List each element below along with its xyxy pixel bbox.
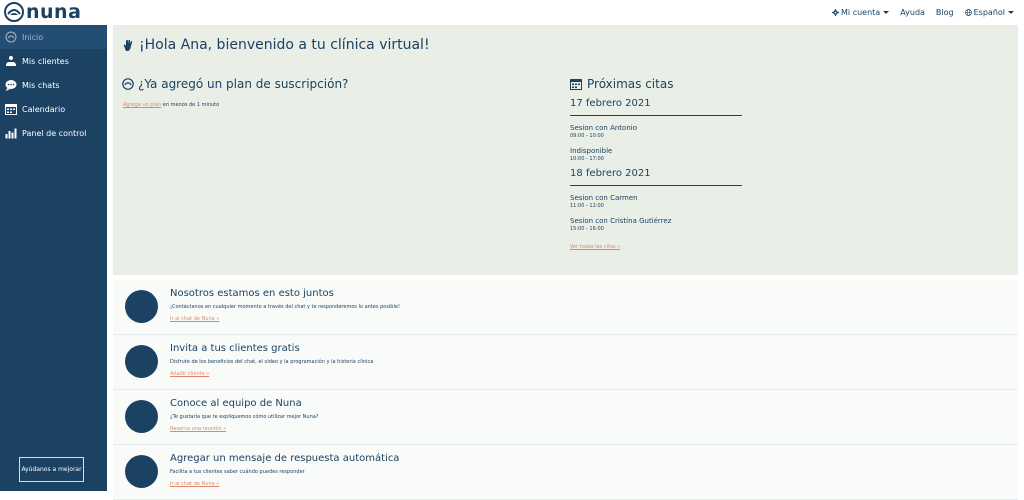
sidebar-item-clientes[interactable]: Mis clientes [0, 49, 107, 73]
card-image [125, 290, 158, 323]
gear-icon [832, 9, 840, 16]
card-description: ¡Contáctanos en cualquier momento a trav… [170, 304, 400, 310]
subscription-title-text: ¿Ya agregó un plan de suscripción? [138, 77, 349, 91]
appointment-item[interactable]: Sesion con Cristina Gutiérrez 15:00 - 16… [570, 217, 742, 232]
appointment-time: 10:00 - 17:00 [570, 156, 604, 162]
sidebar-item-inicio[interactable]: Inicio [0, 25, 107, 49]
top-nav: Mi cuenta Ayuda Blog Español [832, 0, 1014, 25]
card-description: ¿Te gustaría que te expliquemos cómo uti… [170, 414, 319, 420]
wave-hand-icon [123, 39, 133, 51]
page-title: ¡Hola Ana, bienvenido a tu clínica virtu… [122, 37, 430, 53]
sidebar: Inicio Mis clientes Mis chats Calendario… [0, 25, 107, 491]
chevron-down-icon [883, 11, 890, 14]
help-link[interactable]: Ayuda [900, 8, 925, 17]
sidebar-item-label: Mis clientes [22, 56, 69, 66]
sidebar-item-label: Mis chats [22, 80, 60, 90]
page-title-text: ¡Hola Ana, bienvenido a tu clínica virtu… [139, 37, 430, 53]
sidebar-item-label: Calendario [22, 104, 66, 114]
card-link[interactable]: Ir al chat de Nuna » [170, 316, 219, 322]
appointment-item[interactable]: Indisponible 10:00 - 17:00 [570, 147, 742, 162]
appointment-date: 17 febrero 2021 [570, 98, 742, 116]
card-link[interactable]: Reserva una reunión » [170, 426, 226, 432]
blog-label: Blog [935, 8, 954, 17]
globe-icon [964, 9, 972, 16]
card-image [125, 345, 158, 378]
calendar-icon [570, 79, 582, 90]
card-link[interactable]: Ir al chat de Nuna » [170, 481, 219, 487]
appointment-date: 18 febrero 2021 [570, 168, 742, 186]
card-title: Agregar un mensaje de respuesta automáti… [170, 453, 400, 464]
appointment-name: Sesion con Antonio [570, 124, 637, 132]
card-title: Conoce al equipo de Nuna [170, 398, 302, 409]
sidebar-item-chats[interactable]: Mis chats [0, 73, 107, 97]
appointment-item[interactable]: Sesion con Carmen 11:00 - 12:00 [570, 194, 742, 209]
appointments-title-text: Próximas citas [587, 77, 674, 91]
sidebar-item-label: Inicio [22, 32, 44, 42]
info-card: Nosotros estamos en esto juntos ¡Contáct… [113, 280, 1018, 335]
appointment-name: Sesion con Cristina Gutiérrez [570, 217, 672, 225]
info-card: Agregar un mensaje de respuesta automáti… [113, 445, 1018, 500]
appointment-time: 11:00 - 12:00 [570, 203, 604, 209]
card-description: Facilita a tus clientes saber cuándo pue… [170, 469, 305, 475]
chat-icon [5, 79, 17, 91]
help-label: Ayuda [900, 8, 925, 17]
chevron-down-icon [1008, 11, 1014, 14]
add-plan-link[interactable]: Agrega un plan [123, 102, 161, 108]
account-label: Mi cuenta [841, 8, 881, 17]
subscription-rest: en menos de 1 minuto [161, 102, 220, 108]
appointment-item[interactable]: Sesion con Antonio 09:00 - 10:00 [570, 124, 742, 139]
logo[interactable]: nuna [4, 2, 81, 22]
blog-link[interactable]: Blog [936, 8, 954, 17]
feedback-button[interactable]: Ayúdanos a mejorar [19, 457, 84, 482]
home-icon [5, 31, 17, 43]
logo-text: nuna [26, 1, 82, 23]
language-label: Español [973, 8, 1005, 17]
info-card: Conoce al equipo de Nuna ¿Te gustaría qu… [113, 390, 1018, 445]
card-image [125, 455, 158, 488]
dashboard-icon [5, 127, 17, 139]
subscription-text: Agrega un plan en menos de 1 minuto [123, 102, 219, 108]
appointment-time: 15:00 - 16:00 [570, 226, 604, 232]
appointments-title: Próximas citas [570, 77, 742, 91]
card-description: Disfrute de los beneficios del chat, el … [170, 359, 374, 365]
clients-icon [5, 55, 17, 67]
appointment-time: 09:00 - 10:00 [570, 133, 604, 139]
info-card: Invita a tus clientes gratis Disfrute de… [113, 335, 1018, 390]
nuna-logo-icon [122, 78, 134, 90]
sidebar-item-label: Panel de control [22, 128, 87, 138]
appointment-name: Indisponible [570, 147, 613, 155]
card-image [125, 400, 158, 433]
account-menu[interactable]: Mi cuenta [832, 8, 890, 17]
card-title: Invita a tus clientes gratis [170, 343, 300, 354]
sidebar-item-panel[interactable]: Panel de control [0, 121, 107, 145]
info-cards: Nosotros estamos en esto juntos ¡Contáct… [113, 280, 1018, 500]
language-menu[interactable]: Español [964, 8, 1014, 17]
see-all-appointments-link[interactable]: Ver todas las citas » [570, 244, 742, 250]
appointment-name: Sesion con Carmen [570, 194, 638, 202]
card-link[interactable]: Añadir cliente » [170, 371, 209, 377]
welcome-panel: ¡Hola Ana, bienvenido a tu clínica virtu… [113, 25, 1018, 275]
sidebar-item-calendario[interactable]: Calendario [0, 97, 107, 121]
calendar-icon [5, 103, 17, 115]
upcoming-appointments: Próximas citas 17 febrero 2021 Sesion co… [570, 77, 742, 250]
nuna-logo-icon [4, 2, 24, 22]
top-bar: nuna Mi cuenta Ayuda Blog Español [0, 0, 1024, 25]
card-title: Nosotros estamos en esto juntos [170, 288, 334, 299]
subscription-title: ¿Ya agregó un plan de suscripción? [122, 77, 348, 91]
